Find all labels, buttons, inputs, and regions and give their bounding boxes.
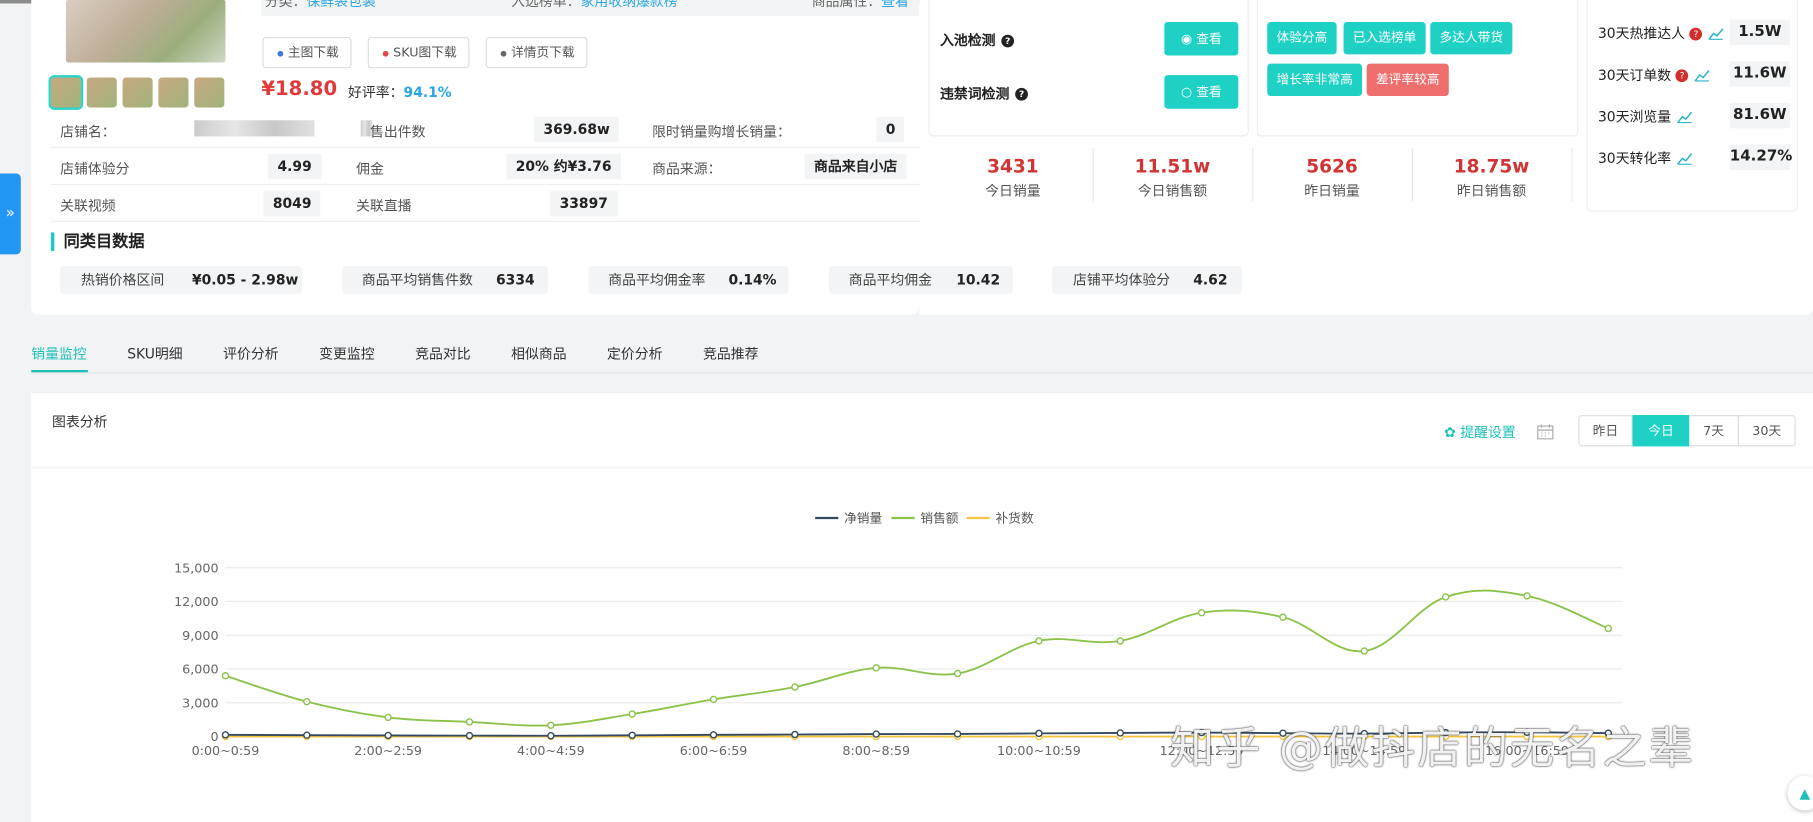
legend-label: 销售额 — [920, 511, 958, 526]
data-point — [953, 669, 962, 678]
y-tick-label: 3,000 — [182, 695, 218, 710]
data-point — [1360, 647, 1369, 655]
data-point — [709, 731, 718, 739]
data-point — [465, 718, 474, 726]
data-point — [872, 730, 880, 738]
data-point — [628, 710, 636, 718]
legend-label: 净销量 — [844, 511, 882, 526]
y-tick-label: 0 — [210, 729, 218, 744]
data-point — [791, 730, 799, 739]
y-tick-label: 12,000 — [174, 594, 218, 609]
data-point — [709, 695, 718, 704]
x-tick-label: 2:00~2:59 — [354, 743, 422, 758]
y-tick-label: 6,000 — [182, 662, 218, 677]
data-point — [1116, 637, 1124, 645]
data-point — [872, 664, 880, 672]
data-point — [547, 732, 555, 740]
x-tick-label: 10:00~10:59 — [997, 743, 1081, 758]
page: 分类：保鲜袋包装 入选榜单：家用收纳爆款榜 商品属性：查看 主图下载 SKU图下… — [0, 0, 1813, 822]
data-point — [1604, 624, 1613, 633]
data-point — [384, 731, 392, 740]
data-point — [1035, 729, 1043, 738]
data-point — [465, 731, 474, 740]
data-point — [547, 721, 555, 729]
data-point — [1116, 729, 1124, 737]
x-tick-label: 8:00~8:59 — [842, 743, 910, 758]
data-point — [303, 697, 311, 706]
x-tick-label: 4:00~4:59 — [517, 743, 585, 758]
data-point — [1523, 592, 1531, 600]
data-point — [221, 731, 230, 739]
sales-line-chart: 0 3,000 6,000 9,000 12,000 15,000 0:00~0:59 2:0… — [174, 511, 1623, 758]
y-tick-label: 15,000 — [174, 560, 218, 575]
x-tick-label: 0:00~0:59 — [192, 743, 260, 758]
data-point — [628, 731, 636, 739]
data-point — [791, 683, 799, 691]
data-point — [953, 730, 962, 738]
data-point — [303, 731, 311, 739]
series-line — [225, 589, 1609, 727]
data-point — [1197, 609, 1206, 617]
data-point — [1279, 613, 1287, 621]
data-point — [1035, 637, 1043, 645]
legend-label: 补货数 — [996, 511, 1034, 526]
watermark-text: 知乎 @做抖店的无名之辈 — [1170, 722, 1696, 774]
data-point — [221, 672, 230, 680]
y-tick-label: 9,000 — [182, 628, 218, 643]
chevron-up-icon: ▲ — [1799, 785, 1811, 802]
x-tick-label: 6:00~6:59 — [680, 743, 748, 758]
data-point — [384, 713, 392, 722]
data-point — [1441, 593, 1450, 601]
